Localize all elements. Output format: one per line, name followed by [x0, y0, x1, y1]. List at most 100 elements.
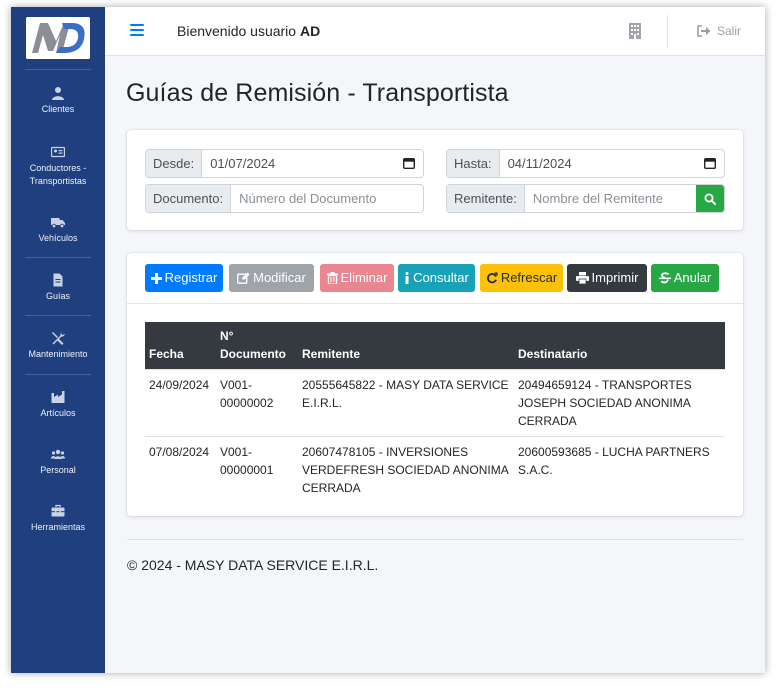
- cell-text: V001-: [220, 377, 253, 392]
- registrar-label: Registrar: [164, 270, 218, 285]
- col-destinatario[interactable]: Destinatario: [514, 322, 725, 369]
- file-icon: [53, 273, 63, 287]
- strikethrough-icon: [658, 272, 671, 284]
- footer-copyright: © 2024 - MASY DATA SERVICE E.I.R.L.: [127, 557, 379, 573]
- cell-fecha: 24/09/2024: [145, 368, 216, 436]
- cell-text: S.A.C.: [518, 462, 553, 477]
- welcome-text: Bienvenido usuario: [177, 23, 297, 39]
- sidebar-item-conductores[interactable]: Conductores - Transportistas: [11, 145, 105, 188]
- sidebar-item-label: Clientes: [41, 104, 75, 114]
- anular-button[interactable]: Anular: [651, 264, 719, 292]
- col-documento[interactable]: N° Documento: [216, 322, 298, 369]
- industry-icon: [51, 391, 65, 403]
- cell-text: 00000002: [220, 395, 274, 410]
- col-documento-line2: Documento: [220, 346, 286, 361]
- cell-text: 20607478105 - INVERSIONES: [302, 444, 469, 459]
- modificar-label: Modificar: [253, 270, 306, 285]
- consultar-button[interactable]: Consultar: [398, 264, 475, 292]
- tools-icon: [52, 332, 65, 345]
- logout-button[interactable]: Salir: [697, 24, 741, 38]
- sidebar-item-label: Guías: [45, 291, 70, 301]
- sidebar-divider: [25, 257, 91, 258]
- anular-label: Anular: [673, 270, 712, 285]
- modificar-button[interactable]: Modificar: [229, 264, 314, 292]
- registrar-button[interactable]: Registrar: [145, 264, 223, 292]
- sidebar-item-herramientas[interactable]: Herramientas: [11, 504, 105, 534]
- table-row[interactable]: 24/09/2024 V001- 00000002 20555645822 - M…: [145, 368, 725, 436]
- guias-card: Registrar Modificar Eliminar Consultar R…: [127, 253, 743, 516]
- trash-icon: [326, 272, 338, 284]
- sidebar-item-vehiculos[interactable]: Vehículos: [11, 215, 105, 245]
- sidebar-item-label: Mantenimiento: [28, 349, 88, 359]
- sidebar: Clientes Conductores - Transportistas Ve…: [11, 7, 105, 673]
- sidebar-item-label-2: Transportistas: [29, 176, 87, 186]
- refrescar-label: Refrescar: [500, 270, 558, 285]
- remitente-label: Remitente:: [447, 185, 525, 212]
- sidebar-item-label: Artículos: [40, 408, 76, 418]
- cell-destinatario: 20494659124 - TRANSPORTES JOSEPH SOCIEDAD…: [514, 368, 725, 436]
- redo-icon: [486, 272, 498, 284]
- cell-remitente: 20607478105 - INVERSIONES VERDEFRESH SOCI…: [298, 435, 514, 503]
- page-title: Guías de Remisión - Transportista: [126, 79, 509, 107]
- imprimir-button[interactable]: Imprimir: [567, 264, 647, 292]
- sidebar-item-mantenimiento[interactable]: Mantenimiento: [11, 331, 105, 361]
- toolbox-icon: [51, 504, 65, 517]
- id-card-icon: [51, 146, 65, 158]
- desde-date-input[interactable]: 01/07/2024: [202, 150, 423, 177]
- documento-label: Documento:: [146, 185, 232, 212]
- navbar-divider: [667, 15, 668, 48]
- documento-group: Documento: Número del Documento: [145, 184, 424, 213]
- eliminar-button[interactable]: Eliminar: [320, 264, 394, 292]
- search-icon: [704, 193, 716, 205]
- documento-input[interactable]: Número del Documento: [231, 185, 423, 212]
- user-icon: [52, 87, 64, 100]
- desde-date-value: 01/07/2024: [210, 156, 276, 171]
- guias-table: Fecha N° Documento Remitente Destinatario…: [145, 322, 725, 503]
- username: AD: [299, 23, 321, 39]
- cell-documento: V001- 00000002: [216, 368, 298, 436]
- col-documento-line1: N°: [220, 328, 234, 343]
- refrescar-button[interactable]: Refrescar: [480, 264, 563, 292]
- hasta-date-group: Hasta: 04/11/2024: [446, 149, 725, 178]
- calendar-icon[interactable]: [403, 157, 415, 169]
- calendar-icon[interactable]: [704, 157, 716, 169]
- eliminar-label: Eliminar: [340, 270, 388, 285]
- plus-icon: [150, 272, 162, 284]
- brand-logo[interactable]: [26, 17, 90, 59]
- remitente-input[interactable]: Nombre del Remitente: [525, 185, 696, 212]
- cell-destinatario: 20600593685 - LUCHA PARTNERS S.A.C.: [514, 435, 725, 503]
- sidebar-item-guias[interactable]: Guías: [11, 273, 105, 303]
- sidebar-item-personal[interactable]: Personal: [11, 447, 105, 477]
- cell-text: 20494659124 - TRANSPORTES: [518, 377, 692, 392]
- footer-divider: [127, 539, 743, 540]
- cell-text: CERRADA: [302, 480, 361, 495]
- hasta-label: Hasta:: [447, 150, 500, 177]
- sidebar-item-label: Personal: [40, 465, 76, 475]
- truck-icon: [51, 218, 65, 229]
- logout-label: Salir: [717, 24, 742, 38]
- top-navbar: Bienvenido usuario AD Salir: [105, 7, 765, 56]
- sidebar-item-label: Vehículos: [38, 233, 78, 243]
- imprimir-label: Imprimir: [591, 270, 639, 285]
- sidebar-item-clientes[interactable]: Clientes: [11, 86, 105, 116]
- cell-text: VERDEFRESH SOCIEDAD ANONIMA: [302, 462, 509, 477]
- table-row[interactable]: 07/08/2024 V001- 00000001 20607478105 - I…: [145, 435, 725, 503]
- filter-card: Desde: 01/07/2024 Hasta: 04/11/2024 Docu…: [127, 130, 743, 230]
- sidebar-divider: [25, 315, 91, 316]
- hamburger-menu-icon[interactable]: [130, 24, 144, 36]
- info-icon: [405, 272, 409, 284]
- cell-remitente: 20555645822 - MASY DATA SERVICE E.I.R.L.: [298, 368, 514, 436]
- cell-text: 20600593685 - LUCHA PARTNERS: [518, 444, 710, 459]
- search-button[interactable]: [696, 185, 724, 212]
- cell-text: E.I.R.L.: [302, 395, 343, 410]
- desde-label: Desde:: [146, 150, 203, 177]
- cell-text: 00000001: [220, 462, 274, 477]
- desde-date-group: Desde: 01/07/2024: [145, 149, 424, 178]
- sidebar-item-articulos[interactable]: Artículos: [11, 390, 105, 420]
- building-icon[interactable]: [629, 23, 641, 39]
- card-header-divider: [127, 303, 743, 304]
- hasta-date-input[interactable]: 04/11/2024: [500, 150, 724, 177]
- col-remitente[interactable]: Remitente: [298, 322, 514, 369]
- col-fecha[interactable]: Fecha: [145, 322, 216, 369]
- consultar-label: Consultar: [413, 270, 469, 285]
